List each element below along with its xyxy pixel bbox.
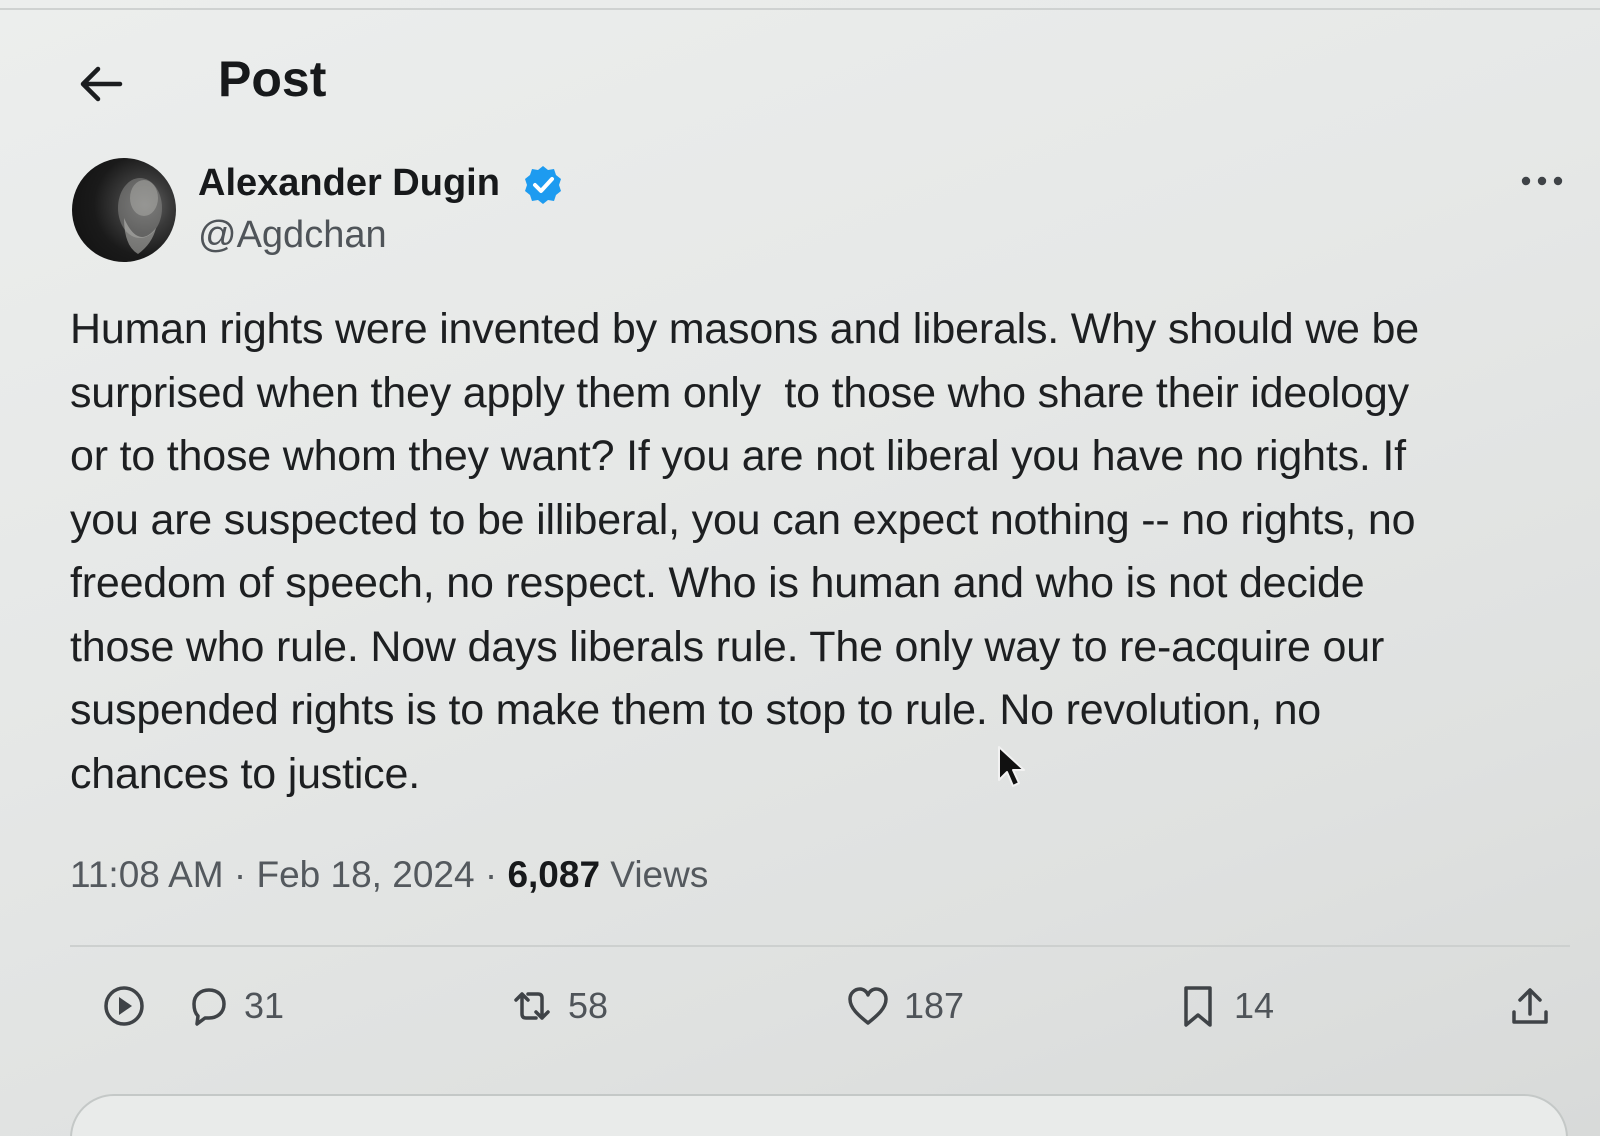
post-line: or to those whom they want? If you are n… — [70, 432, 1406, 480]
post-line: suspended rights is to make them to stop… — [70, 686, 1322, 734]
more-dots-icon — [1521, 176, 1563, 186]
arrow-left-icon — [80, 66, 123, 102]
mouse-cursor-icon — [996, 744, 1030, 792]
meta-separator: · — [474, 854, 508, 895]
share-button[interactable] — [1506, 980, 1554, 1032]
bookmark-button[interactable]: 14 — [1174, 980, 1274, 1032]
meta-separator: · — [223, 854, 257, 895]
post-screen: Post Alexander Dugin @Agdchan Human righ… — [0, 0, 1600, 1136]
bookmark-icon — [1184, 986, 1212, 1027]
bookmark-count: 14 — [1234, 985, 1275, 1026]
play-circle-icon — [104, 986, 144, 1026]
heart-icon — [848, 987, 888, 1025]
like-button[interactable]: 187 — [844, 980, 964, 1032]
avatar-photo — [118, 178, 162, 254]
post-date[interactable]: Feb 18, 2024 — [256, 854, 474, 895]
back-button[interactable] — [74, 60, 128, 108]
author-name[interactable]: Alexander Dugin — [198, 162, 500, 205]
reply-button[interactable]: 31 — [184, 980, 284, 1032]
views-link[interactable]: 6,087 Views — [507, 854, 708, 895]
post-meta: 11:08 AM · Feb 18, 2024 · 6,087 Views — [70, 854, 708, 896]
view-activity-button[interactable] — [100, 980, 148, 1032]
post-line: Human rights were invented by masons and… — [70, 305, 1419, 353]
top-border — [0, 8, 1600, 10]
repost-icon — [514, 992, 550, 1020]
author-handle[interactable]: @Agdchan — [198, 214, 387, 257]
post-line: chances to justice. — [70, 749, 420, 798]
page-title: Post — [218, 51, 327, 107]
reply-composer[interactable] — [70, 1094, 1568, 1136]
like-count: 187 — [904, 985, 965, 1026]
reply-bubble-icon — [192, 988, 226, 1026]
repost-count: 58 — [568, 985, 609, 1026]
avatar[interactable] — [72, 158, 176, 262]
views-count: 6,087 — [507, 854, 601, 895]
reply-count: 31 — [244, 985, 285, 1026]
share-upload-icon — [1512, 988, 1548, 1024]
post-time[interactable]: 11:08 AM — [70, 854, 224, 895]
divider — [70, 945, 1570, 947]
verified-badge-icon — [522, 164, 564, 206]
more-options-button[interactable] — [1518, 166, 1566, 196]
repost-button[interactable]: 58 — [508, 980, 608, 1032]
post-line: surprised when they apply them only to t… — [70, 368, 1409, 417]
post-line: those who rule. Now days liberals rule. … — [70, 622, 1385, 671]
post-line: freedom of speech, no respect. Who is hu… — [70, 559, 1365, 607]
post-text: Human rights were invented by masons and… — [70, 298, 1570, 806]
views-label: Views — [600, 854, 709, 895]
post-line: you are suspected to be illiberal, you c… — [70, 495, 1416, 544]
